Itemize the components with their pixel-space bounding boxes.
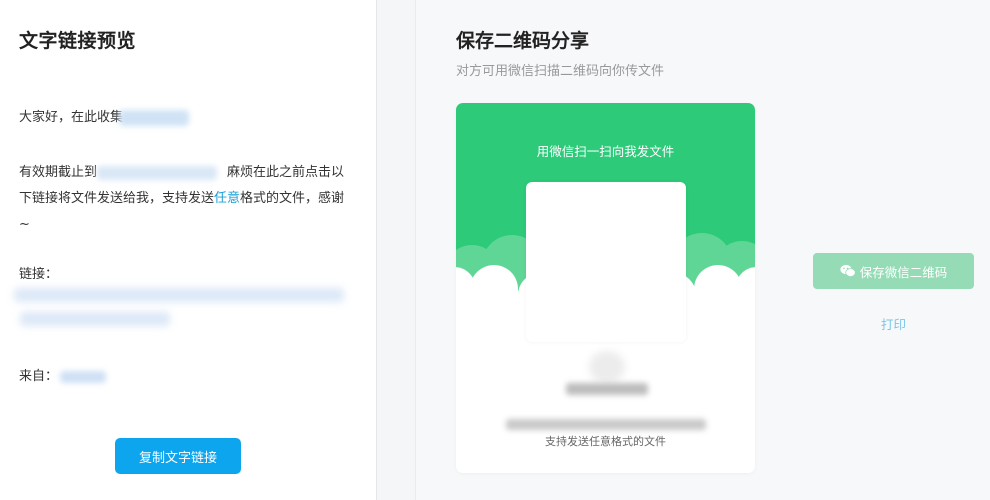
blurred-sender-name [60, 370, 107, 383]
text-link-preview-panel: 文字链接预览 大家好，在此收集 有效期截止到 麻烦在此之前点击以下链接将文件发送给… [0, 0, 377, 500]
qr-code-image [526, 182, 686, 342]
qr-card: 用微信扫一扫向我发文件 支持发送任意格式的文件 [456, 103, 755, 473]
blurred-collection-name [119, 109, 190, 126]
from-label: 来自： [19, 369, 59, 384]
print-link[interactable]: 打印 [813, 314, 974, 333]
blurred-link-line-1[interactable] [14, 288, 344, 302]
card-scan-text: 用微信扫一扫向我发文件 [536, 144, 675, 159]
blurred-date [97, 165, 218, 180]
save-wechat-qr-label: 保存微信二维码 [859, 264, 948, 280]
from-text: 来自： [19, 364, 107, 390]
blurred-link-line-2[interactable] [20, 312, 170, 326]
highlight-any: 任意 [214, 191, 241, 206]
validity-prefix: 有效期截止到 [19, 165, 98, 180]
greeting-label: 大家好，在此收集 [19, 110, 124, 125]
save-wechat-qr-button[interactable]: 保存微信二维码 [813, 253, 974, 289]
text-link-preview-title: 文字链接预览 [19, 30, 137, 52]
qr-share-subtitle: 对方可用微信扫描二维码向你传文件 [456, 64, 665, 79]
qr-share-title: 保存二维码分享 [456, 30, 590, 52]
blurred-owner-name [566, 383, 648, 395]
wechat-icon [840, 264, 856, 278]
copy-text-link-button[interactable]: 复制文字链接 [115, 438, 241, 474]
blurred-card-validity [506, 419, 706, 430]
blurred-avatar [589, 351, 625, 383]
greeting-text: 大家好，在此收集 [19, 105, 190, 131]
link-label: 链接： [19, 267, 59, 282]
card-support-text: 支持发送任意格式的文件 [545, 435, 666, 448]
validity-text: 有效期截止到 麻烦在此之前点击以下链接将文件发送给我，支持发送任意格式的文件，感谢… [19, 160, 349, 238]
